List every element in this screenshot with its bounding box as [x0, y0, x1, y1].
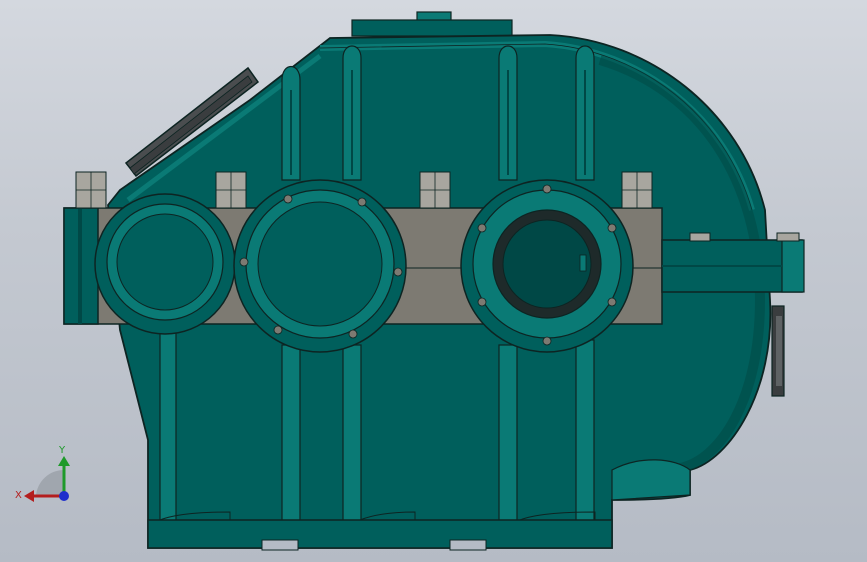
drain-boss — [611, 459, 691, 501]
3d-viewport[interactable]: X Y — [0, 0, 867, 562]
bearing-housing-left — [94, 193, 236, 335]
top-vent-boss — [351, 11, 513, 37]
coordinate-triad[interactable]: X Y — [15, 445, 70, 502]
triad-y-label: Y — [58, 445, 66, 456]
bearing-housing-middle — [233, 179, 407, 353]
oil-gauge — [771, 305, 785, 397]
bearing-housing-right — [460, 179, 634, 353]
output-shaft — [661, 232, 805, 293]
gearbox-model[interactable]: X Y — [0, 0, 867, 562]
triad-x-label: X — [15, 490, 22, 501]
